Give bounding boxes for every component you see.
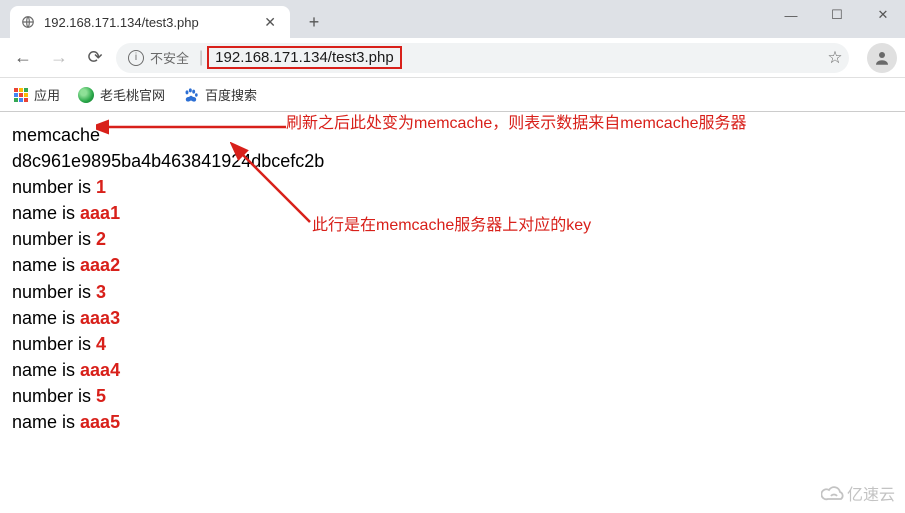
tab-close-button[interactable]: ✕ <box>260 14 280 31</box>
bookmark-label: 老毛桃官网 <box>100 85 165 104</box>
url-text: 192.168.171.134/test3.php <box>207 46 402 69</box>
forward-button[interactable]: → <box>44 43 74 73</box>
result-row: name is aaa4 <box>12 357 893 383</box>
result-row: number is 5 <box>12 383 893 409</box>
insecure-label: 不安全 <box>150 48 189 67</box>
close-window-button[interactable]: ✕ <box>861 0 905 30</box>
peach-icon <box>78 87 94 103</box>
back-button[interactable]: ← <box>8 43 38 73</box>
separator: | <box>199 49 203 67</box>
globe-icon <box>20 14 36 30</box>
address-bar[interactable]: i 不安全 | 192.168.171.134/test3.php ☆ <box>116 43 849 73</box>
annotation-text-source: 刷新之后此处变为memcache，则表示数据来自memcache服务器 <box>286 112 747 135</box>
apps-icon <box>14 88 28 102</box>
annotation-text-key: 此行是在memcache服务器上对应的key <box>312 214 591 237</box>
bookmark-item-baidu[interactable]: 百度搜索 <box>183 85 257 104</box>
person-icon <box>873 49 891 67</box>
new-tab-button[interactable]: + <box>300 8 328 36</box>
apps-shortcut[interactable]: 应用 <box>14 85 60 104</box>
toolbar: ← → ⟳ i 不安全 | 192.168.171.134/test3.php … <box>0 38 905 78</box>
result-row: name is aaa2 <box>12 252 893 278</box>
bookmark-item-laomaotao[interactable]: 老毛桃官网 <box>78 85 165 104</box>
result-row: name is aaa5 <box>12 409 893 435</box>
bookmark-star-button[interactable]: ☆ <box>821 44 849 72</box>
cache-key-line: d8c961e9895ba4b463841924dbcefc2b <box>12 148 893 174</box>
result-row: number is 4 <box>12 331 893 357</box>
tab-title: 192.168.171.134/test3.php <box>44 15 260 30</box>
page-content: memcache d8c961e9895ba4b463841924dbcefc2… <box>0 112 905 445</box>
maximize-button[interactable]: ☐ <box>815 0 859 30</box>
result-row: number is 1 <box>12 174 893 200</box>
minimize-button[interactable]: — <box>769 0 813 30</box>
bookmark-label: 百度搜索 <box>205 85 257 104</box>
cloud-icon <box>821 486 843 500</box>
reload-button[interactable]: ⟳ <box>80 43 110 73</box>
titlebar: 192.168.171.134/test3.php ✕ + — ☐ ✕ <box>0 0 905 38</box>
profile-button[interactable] <box>867 43 897 73</box>
apps-label: 应用 <box>34 85 60 104</box>
browser-tab[interactable]: 192.168.171.134/test3.php ✕ <box>10 6 290 38</box>
info-icon: i <box>128 50 144 66</box>
watermark-text: 亿速云 <box>847 481 895 505</box>
bookmarks-bar: 应用 老毛桃官网 百度搜索 <box>0 78 905 112</box>
site-info-chip[interactable]: i 不安全 <box>122 48 195 67</box>
baidu-paw-icon <box>183 87 199 103</box>
watermark: 亿速云 <box>821 481 895 505</box>
window-controls: — ☐ ✕ <box>769 0 905 30</box>
result-row: number is 3 <box>12 279 893 305</box>
result-row: name is aaa3 <box>12 305 893 331</box>
